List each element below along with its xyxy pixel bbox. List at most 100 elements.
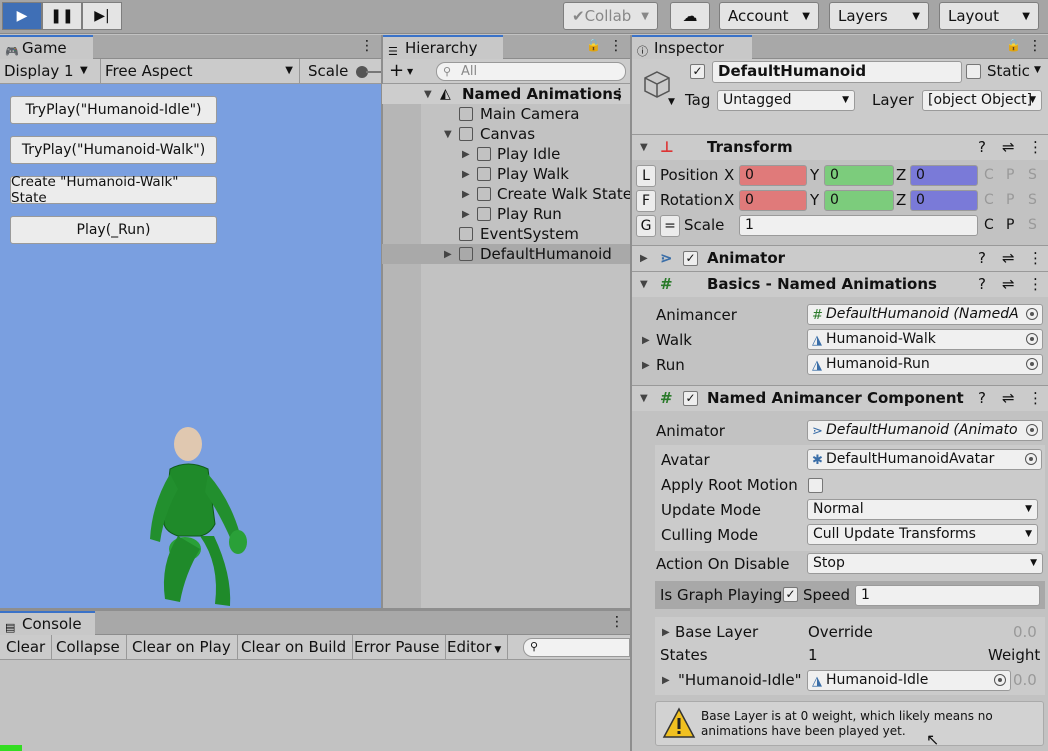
editor-dropdown[interactable]: Editor ▼: [441, 635, 509, 660]
create-walk-state-button[interactable]: Create "Humanoid-Walk" State: [10, 174, 217, 206]
hierarchy-item-create-walk-state[interactable]: ▶ Create Walk State: [382, 184, 632, 205]
update-mode-dropdown[interactable]: Normal ▼: [807, 499, 1038, 520]
more-menu-icon[interactable]: ⋮: [612, 84, 627, 104]
scale-slider-track[interactable]: [366, 71, 381, 73]
object-picker-icon[interactable]: [1026, 358, 1038, 370]
speed-input[interactable]: 1: [855, 585, 1040, 606]
culling-mode-dropdown[interactable]: Cull Update Transforms ▼: [807, 524, 1038, 545]
apply-root-motion-checkbox[interactable]: [808, 478, 823, 493]
rotation-y-input[interactable]: 0: [824, 190, 894, 211]
add-icon[interactable]: +: [389, 60, 404, 81]
lock-icon[interactable]: 🔒: [586, 38, 601, 52]
clear-button[interactable]: Clear: [0, 635, 53, 660]
state-clip-field[interactable]: ◮ Humanoid-Idle: [807, 670, 1011, 691]
hierarchy-root[interactable]: ▼ ◭ Named Animations ⋮: [382, 84, 630, 104]
more-menu-icon[interactable]: ⋮: [360, 38, 374, 54]
expand-down-icon[interactable]: ▼: [424, 85, 432, 105]
layout-dropdown[interactable]: Layout ▼: [939, 2, 1039, 30]
component-enabled-checkbox[interactable]: ✓: [683, 391, 698, 406]
settings-sliders-icon[interactable]: ⇌: [1002, 249, 1015, 267]
expand-right-icon[interactable]: ▶: [462, 165, 470, 185]
display-dropdown[interactable]: Display 1 ▼: [4, 62, 96, 80]
hierarchy-search-input[interactable]: ⚲ All: [436, 62, 626, 81]
transform-header[interactable]: ▼ ⊥ Transform ? ⇌ ⋮: [632, 134, 1048, 160]
tab-game[interactable]: 🎮 Game: [0, 35, 93, 59]
play-run-button[interactable]: Play(_Run): [10, 216, 217, 244]
account-dropdown[interactable]: Account ▼: [719, 2, 819, 30]
expand-down-icon[interactable]: ▼: [444, 125, 452, 145]
reset-position-button[interactable]: S: [1028, 167, 1037, 183]
copy-scale-button[interactable]: C: [984, 217, 994, 233]
help-icon[interactable]: ?: [978, 138, 986, 156]
paste-position-button[interactable]: P: [1006, 167, 1014, 183]
settings-sliders-icon[interactable]: ⇌: [1002, 389, 1015, 407]
more-menu-icon[interactable]: ⋮: [609, 38, 623, 54]
hierarchy-item-eventsystem[interactable]: EventSystem: [382, 224, 630, 244]
tab-console[interactable]: ▤ Console: [0, 611, 95, 635]
paste-scale-button[interactable]: P: [1006, 217, 1014, 233]
object-picker-icon[interactable]: [1025, 453, 1037, 465]
object-picker-icon[interactable]: [1026, 333, 1038, 345]
avatar-field[interactable]: ✱ DefaultHumanoidAvatar: [807, 449, 1042, 470]
expand-right-icon[interactable]: ▶: [462, 185, 470, 205]
basics-header[interactable]: ▼ # Basics - Named Animations ? ⇌ ⋮: [632, 271, 1048, 297]
dropdown-arrow-icon[interactable]: ▼: [407, 67, 413, 76]
tab-inspector[interactable]: ⓘ Inspector: [632, 35, 752, 59]
object-picker-icon[interactable]: [994, 674, 1006, 686]
copy-position-button[interactable]: C: [984, 167, 994, 183]
help-icon[interactable]: ?: [978, 249, 986, 267]
more-menu-icon[interactable]: ⋮: [1028, 138, 1043, 156]
active-checkbox[interactable]: ✓: [690, 64, 705, 79]
clear-on-build-button[interactable]: Clear on Build: [235, 635, 354, 660]
object-picker-icon[interactable]: [1026, 308, 1038, 320]
expand-right-icon[interactable]: ▶: [462, 205, 470, 225]
object-picker-icon[interactable]: [1026, 424, 1038, 436]
clear-on-play-button[interactable]: Clear on Play: [126, 635, 238, 660]
pause-button[interactable]: ❚❚: [42, 2, 82, 30]
step-button[interactable]: ▶|: [82, 2, 122, 30]
tag-dropdown[interactable]: Untagged ▼: [717, 90, 855, 111]
expand-right-icon[interactable]: ▶: [662, 675, 670, 686]
reset-rotation-button[interactable]: S: [1028, 192, 1037, 208]
expand-right-icon[interactable]: ▶: [444, 245, 452, 265]
settings-sliders-icon[interactable]: ⇌: [1002, 138, 1015, 156]
walk-clip-field[interactable]: ◮ Humanoid-Walk: [807, 329, 1043, 350]
more-menu-icon[interactable]: ⋮: [1028, 389, 1043, 407]
position-y-input[interactable]: 0: [824, 165, 894, 186]
local-position-toggle[interactable]: L: [636, 165, 656, 187]
aspect-dropdown[interactable]: Free Aspect ▼: [100, 59, 300, 84]
hierarchy-item-play-walk[interactable]: ▶ Play Walk: [382, 164, 630, 184]
tab-hierarchy[interactable]: ☰ Hierarchy: [383, 35, 503, 59]
rotation-mode-toggle[interactable]: F: [636, 190, 656, 212]
more-menu-icon[interactable]: ⋮: [1028, 249, 1043, 267]
animancer-object-field[interactable]: # DefaultHumanoid (NamedA: [807, 304, 1043, 325]
layers-dropdown[interactable]: Layers ▼: [829, 2, 929, 30]
settings-sliders-icon[interactable]: ⇌: [1002, 275, 1015, 293]
collapse-button[interactable]: Collapse: [50, 635, 127, 660]
scale-input[interactable]: 1: [739, 215, 978, 236]
cloud-button[interactable]: ☁: [670, 2, 710, 30]
animator-header[interactable]: ▶ ⋗ ✓ Animator ? ⇌ ⋮: [632, 245, 1048, 271]
copy-rotation-button[interactable]: C: [984, 192, 994, 208]
help-icon[interactable]: ?: [978, 275, 986, 293]
position-x-input[interactable]: 0: [739, 165, 807, 186]
expand-right-icon[interactable]: ▶: [642, 335, 650, 346]
uniform-scale-toggle[interactable]: =: [660, 215, 680, 237]
more-menu-icon[interactable]: ⋮: [610, 614, 624, 630]
game-viewport[interactable]: TryPlay("Humanoid-Idle") TryPlay("Humano…: [0, 84, 381, 608]
is-graph-playing-checkbox[interactable]: ✓: [783, 587, 798, 602]
rotation-z-input[interactable]: 0: [910, 190, 978, 211]
hierarchy-item-play-idle[interactable]: ▶ Play Idle: [382, 144, 630, 164]
named-animancer-header[interactable]: ▼ # ✓ Named Animancer Component ? ⇌ ⋮: [632, 385, 1048, 411]
hierarchy-item-canvas[interactable]: ▼ Canvas: [382, 124, 630, 144]
animator-enabled-checkbox[interactable]: ✓: [683, 251, 698, 266]
more-menu-icon[interactable]: ⋮: [1028, 38, 1042, 54]
layer-dropdown[interactable]: [object Object] ▼: [922, 90, 1042, 111]
position-z-input[interactable]: 0: [910, 165, 978, 186]
hierarchy-item-main-camera[interactable]: Main Camera: [382, 104, 630, 124]
more-menu-icon[interactable]: ⋮: [1028, 275, 1043, 293]
action-on-disable-dropdown[interactable]: Stop ▼: [807, 553, 1043, 574]
hierarchy-item-play-run[interactable]: ▶ Play Run: [382, 204, 630, 224]
rotation-x-input[interactable]: 0: [739, 190, 807, 211]
help-icon[interactable]: ?: [978, 389, 986, 407]
